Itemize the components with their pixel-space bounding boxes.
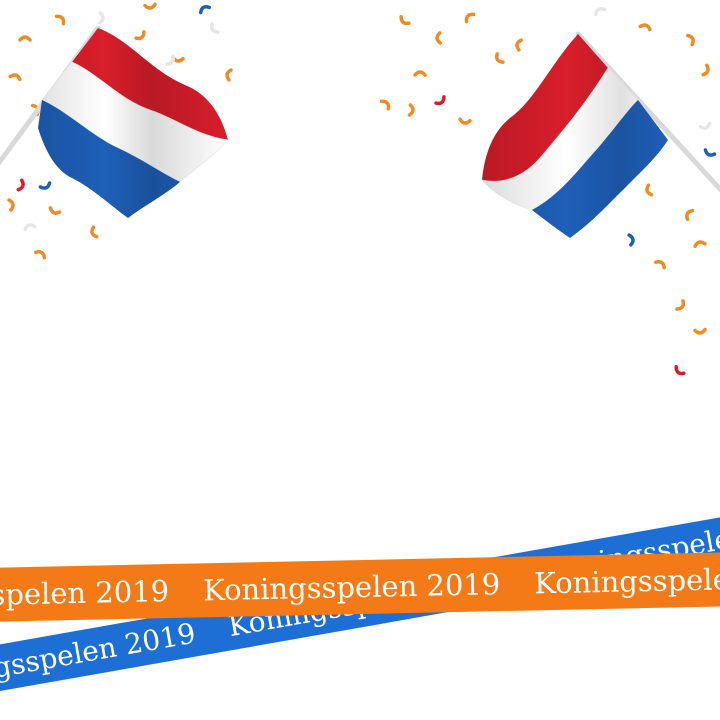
confetti-piece bbox=[379, 99, 391, 111]
confetti-piece bbox=[407, 103, 415, 117]
netherlands-flag-icon bbox=[480, 31, 720, 238]
confetti-piece bbox=[693, 327, 707, 335]
confetti-piece bbox=[434, 95, 446, 106]
orange-ribbon: Koningsspelen 2019 Koningsspelen 2019 Koni… bbox=[0, 551, 720, 622]
orange-label: Koningsspelen 2019 bbox=[533, 560, 720, 601]
confetti-piece bbox=[675, 299, 686, 311]
confetti-piece bbox=[435, 31, 443, 45]
confetti-piece bbox=[458, 117, 472, 125]
koningsspelen-banner: Koningsspelen 2019Koningsspelen 2019Koni… bbox=[0, 0, 720, 720]
orange-label: Koningsspelen 2019 bbox=[202, 567, 501, 608]
orange-label: Koningsspelen 2019 bbox=[0, 574, 170, 615]
confetti-piece bbox=[674, 364, 686, 376]
confetti-piece bbox=[413, 70, 427, 77]
netherlands-flag-icon bbox=[0, 25, 229, 218]
orange-ribbon-text: Koningsspelen 2019 Koningsspelen 2019 Koni… bbox=[0, 552, 720, 622]
confetti-piece bbox=[399, 15, 411, 26]
blue-label: Koningsspelen 2019 bbox=[0, 616, 198, 698]
